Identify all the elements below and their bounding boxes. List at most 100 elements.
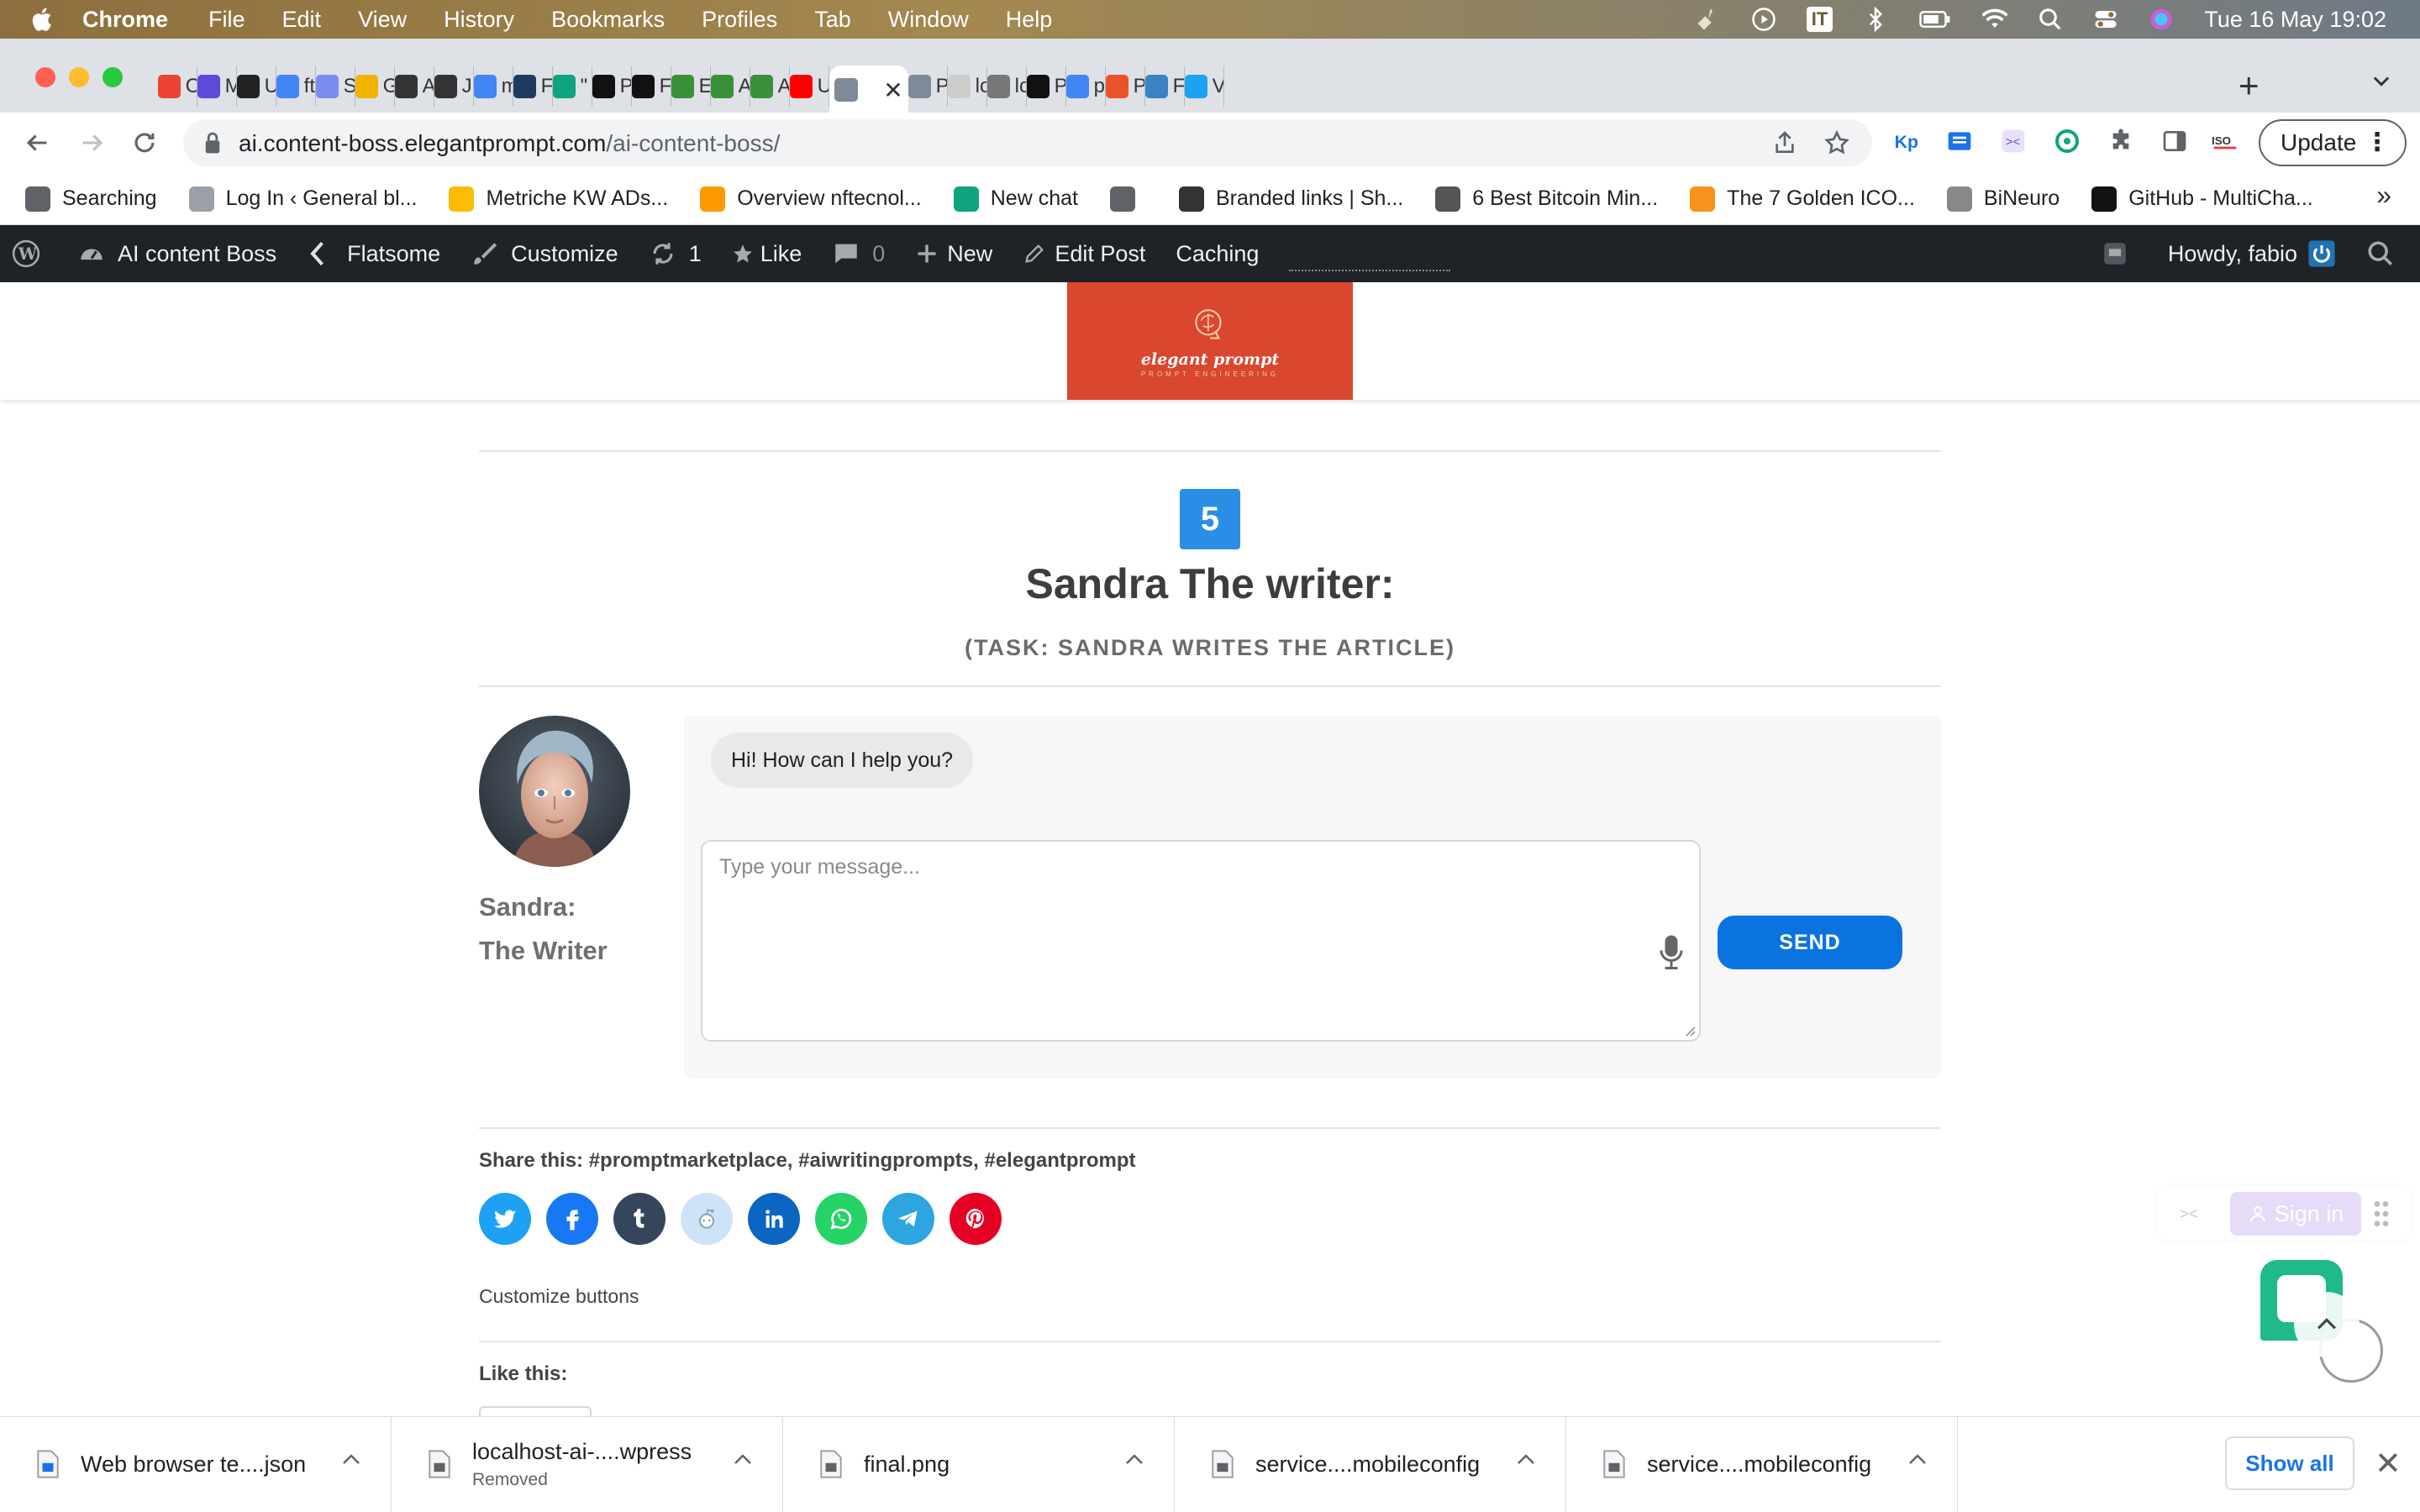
- elegant-prompt-logo[interactable]: elegant prompt PROMPT ENGINEERING: [1067, 282, 1353, 400]
- browser-tab[interactable]: ft: [276, 66, 316, 107]
- browser-tab[interactable]: m: [474, 66, 513, 107]
- scroll-to-top-button[interactable]: [2294, 1292, 2360, 1357]
- browser-tab[interactable]: S: [316, 66, 355, 107]
- download-item[interactable]: localhost-ai-....wpress Removed: [392, 1416, 783, 1512]
- share-tumblr-button[interactable]: [613, 1193, 666, 1245]
- address-bar[interactable]: ai.content-boss.elegantprompt.com/ai-con…: [183, 119, 1872, 166]
- input-source-badge[interactable]: IT: [1806, 7, 1833, 32]
- new-tab-button[interactable]: +: [2238, 66, 2260, 106]
- bookmark-item[interactable]: [1109, 186, 1147, 212]
- browser-tab[interactable]: P: [1027, 66, 1066, 107]
- microphone-icon[interactable]: [1659, 934, 1684, 969]
- extensions-puzzle-icon[interactable]: [2107, 128, 2134, 155]
- search-icon[interactable]: [2366, 239, 2395, 268]
- battery-icon[interactable]: [1918, 7, 1952, 32]
- share-reddit-button[interactable]: [681, 1193, 733, 1245]
- bluetooth-icon[interactable]: [1863, 7, 1888, 32]
- browser-tab[interactable]: ": [553, 66, 592, 107]
- resize-grip-icon[interactable]: [1682, 1023, 1696, 1037]
- wp-updates-link[interactable]: 1: [649, 239, 702, 268]
- bookmark-star-icon[interactable]: [1823, 129, 1850, 156]
- menu-bookmarks[interactable]: Bookmarks: [551, 7, 665, 33]
- menu-profiles[interactable]: Profiles: [702, 7, 777, 33]
- side-panel-icon[interactable]: [2161, 128, 2188, 155]
- share-facebook-button[interactable]: [546, 1193, 598, 1245]
- browser-tab[interactable]: A: [750, 66, 790, 107]
- tab-search-chevron-icon[interactable]: [2370, 69, 2393, 92]
- send-button[interactable]: SEND: [1718, 916, 1902, 969]
- wp-edit-post-link[interactable]: Edit Post: [1023, 241, 1145, 267]
- sign-in-button[interactable]: Sign in: [2230, 1192, 2361, 1236]
- wp-customize-link[interactable]: Customize: [471, 239, 618, 268]
- browser-tab[interactable]: lc: [948, 66, 987, 107]
- menu-view[interactable]: View: [358, 7, 407, 33]
- wp-site-name-link[interactable]: AI content Boss: [77, 239, 276, 268]
- menu-file[interactable]: File: [208, 7, 245, 33]
- extension-terminal-icon[interactable]: ><: [2178, 1203, 2210, 1225]
- url-text[interactable]: ai.content-boss.elegantprompt.com/ai-con…: [239, 130, 780, 157]
- chevron-up-icon[interactable]: [1517, 1453, 1535, 1465]
- extension-reader-icon[interactable]: [1946, 128, 1973, 155]
- reload-button[interactable]: [128, 126, 161, 160]
- drag-handle-icon[interactable]: [2373, 1200, 2390, 1228]
- window-zoom-button[interactable]: [103, 67, 123, 87]
- menu-help[interactable]: Help: [1006, 7, 1053, 33]
- browser-tab[interactable]: G: [355, 66, 395, 107]
- chevron-up-icon[interactable]: [342, 1453, 360, 1465]
- share-telegram-button[interactable]: [882, 1193, 934, 1245]
- control-center-icon[interactable]: [2093, 7, 2118, 32]
- message-textarea[interactable]: Type your message...: [701, 840, 1701, 1042]
- download-item[interactable]: Web browser te....json: [0, 1416, 392, 1512]
- download-item[interactable]: service....mobileconfig: [1175, 1416, 1566, 1512]
- download-item[interactable]: service....mobileconfig: [1566, 1416, 1958, 1512]
- browser-tab[interactable]: P: [592, 66, 632, 107]
- share-whatsapp-button[interactable]: [815, 1193, 867, 1245]
- back-button[interactable]: [20, 126, 54, 160]
- wp-like-link[interactable]: Like: [732, 241, 802, 267]
- wp-account-menu[interactable]: Howdy, fabio: [2168, 239, 2336, 268]
- bookmark-item[interactable]: GitHub - MultiCha...: [2091, 186, 2313, 212]
- bookmark-item[interactable]: New chat: [953, 186, 1078, 212]
- browser-tab[interactable]: F: [1145, 66, 1185, 107]
- browser-tab[interactable]: U: [790, 66, 829, 107]
- notification-chat-icon[interactable]: [2101, 239, 2129, 268]
- wp-new-link[interactable]: New: [915, 241, 992, 267]
- browser-tab[interactable]: E: [671, 66, 711, 107]
- menubar-clock[interactable]: Tue 16 May 19:02: [2204, 7, 2386, 33]
- extension-terminal-icon[interactable]: ><: [2000, 128, 2027, 155]
- bookmark-item[interactable]: Metriche KW ADs...: [449, 186, 668, 212]
- apple-icon[interactable]: [29, 5, 57, 34]
- bookmarks-overflow-icon[interactable]: »: [2376, 180, 2391, 211]
- play-circle-icon[interactable]: [1751, 7, 1776, 32]
- bookmark-item[interactable]: Overview nftecnol...: [700, 186, 922, 212]
- show-all-downloads-button[interactable]: Show all: [2225, 1436, 2354, 1490]
- browser-tab-active[interactable]: ✕: [829, 66, 908, 114]
- window-close-button[interactable]: [35, 67, 55, 87]
- menu-app-name[interactable]: Chrome: [82, 7, 168, 33]
- bookmark-item[interactable]: 6 Best Bitcoin Min...: [1435, 186, 1658, 212]
- bookmark-item[interactable]: Searching: [25, 186, 157, 212]
- wp-comments-link[interactable]: 0: [832, 239, 885, 268]
- menu-history[interactable]: History: [444, 7, 514, 33]
- chevron-up-icon[interactable]: [734, 1453, 752, 1465]
- browser-tab[interactable]: A: [711, 66, 750, 107]
- browser-tab[interactable]: P: [908, 66, 948, 107]
- chrome-update-button[interactable]: Update ⋮: [2259, 119, 2407, 166]
- browser-tab[interactable]: J: [434, 66, 474, 107]
- wp-flatsome-link[interactable]: Flatsome: [307, 239, 440, 268]
- share-twitter-button[interactable]: [479, 1193, 531, 1245]
- browser-tab[interactable]: V: [1185, 66, 1224, 107]
- window-minimize-button[interactable]: [69, 67, 89, 87]
- siri-icon[interactable]: [2149, 7, 2174, 32]
- browser-tab[interactable]: lc: [987, 66, 1027, 107]
- menu-tab[interactable]: Tab: [814, 7, 851, 33]
- browser-tab[interactable]: C: [158, 66, 197, 107]
- browser-tab[interactable]: F: [632, 66, 671, 107]
- chevron-up-icon[interactable]: [1908, 1453, 1927, 1465]
- menu-edit[interactable]: Edit: [282, 7, 322, 33]
- lock-icon[interactable]: [203, 131, 222, 155]
- bookmark-item[interactable]: Log In ‹ General bl...: [188, 186, 417, 212]
- customize-buttons-link[interactable]: Customize buttons: [479, 1285, 639, 1308]
- wp-caching-link[interactable]: Caching: [1176, 241, 1259, 267]
- share-linkedin-button[interactable]: [748, 1193, 800, 1245]
